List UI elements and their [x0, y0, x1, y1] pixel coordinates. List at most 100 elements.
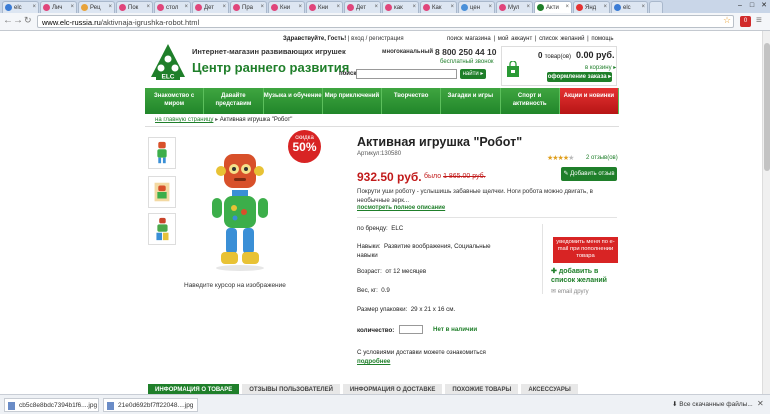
browser-tab[interactable]: Кни × — [268, 1, 305, 13]
url-field[interactable]: www.elc-russia.ru/aktivnaja-igrushka-rob… — [37, 15, 734, 28]
menu-item[interactable]: Давайте представим — [204, 88, 264, 114]
all-downloads-link[interactable]: ⬇ Все скачанные файлы... — [672, 400, 753, 408]
menu-item[interactable]: Творчество — [382, 88, 442, 114]
close-window-icon[interactable]: ✕ — [758, 1, 770, 9]
browser-tab[interactable]: стол × — [154, 1, 191, 13]
quantity-input[interactable] — [399, 325, 423, 334]
browser-tab[interactable]: Как × — [420, 1, 457, 13]
tab-close-icon[interactable]: × — [603, 4, 607, 10]
tab-close-icon[interactable]: × — [146, 4, 150, 10]
tab-close-icon[interactable]: × — [32, 4, 36, 10]
tab-close-icon[interactable]: × — [641, 4, 645, 10]
search-button[interactable]: найти ▸ — [460, 69, 486, 79]
notify-button[interactable]: уведомить меня по e-mail при пополнении … — [553, 237, 618, 263]
browser-tab[interactable]: как × — [382, 1, 419, 13]
login-link[interactable]: вход / регистрация — [351, 36, 404, 42]
add-to-wishlist-link[interactable]: ✚ добавить в список желаний — [551, 267, 617, 285]
tagline: Интернет-магазин развивающих игрушек — [192, 47, 346, 56]
top-link[interactable]: поиск магазина — [447, 36, 491, 42]
browser-tab[interactable]: elc × — [2, 1, 39, 13]
browser-tab[interactable]: Акти × — [534, 1, 572, 13]
tab-close-icon[interactable]: × — [450, 4, 454, 10]
browser-tab[interactable]: Пок × — [116, 1, 153, 13]
product-thumbnail[interactable] — [148, 137, 176, 169]
tab-close-icon[interactable]: × — [412, 4, 416, 10]
tab-close-icon[interactable]: × — [222, 4, 226, 10]
article-number: Артикул:130580 — [357, 151, 402, 157]
reload-icon[interactable]: ↻ — [24, 15, 32, 26]
top-link[interactable]: помощь — [591, 36, 613, 42]
top-link[interactable]: мой аккаунт — [498, 36, 533, 42]
product-image[interactable] — [208, 152, 272, 272]
menu-item[interactable]: Спорт и активность — [500, 88, 560, 114]
menu-item[interactable]: Акции и новинки — [559, 88, 619, 114]
tab-favicon-icon — [271, 4, 278, 11]
browser-tab[interactable]: Пра × — [230, 1, 267, 13]
search-input[interactable] — [356, 69, 457, 79]
menu-icon[interactable]: ≡ — [756, 15, 762, 26]
spec-package-size: Размер упаковки: 29 x 21 x 16 см. — [357, 306, 456, 313]
download-item[interactable]: cb5c8e8bdc7394b1f6....jpg — [4, 398, 99, 412]
tab-close-icon[interactable]: × — [374, 4, 378, 10]
new-tab-button[interactable] — [649, 1, 663, 13]
browser-tab[interactable]: Мул × — [496, 1, 533, 13]
add-review-button[interactable]: ✎ Добавить отзыв — [561, 167, 617, 181]
close-download-bar-icon[interactable]: ✕ — [757, 399, 764, 408]
tab-label: стол — [166, 5, 179, 12]
tab-close-icon[interactable]: × — [70, 4, 74, 10]
breadcrumb-home[interactable]: на главную страницу — [155, 117, 213, 123]
browser-tab[interactable]: Кни × — [306, 1, 343, 13]
back-icon[interactable]: ← — [3, 15, 13, 26]
tab-favicon-icon — [81, 4, 88, 11]
full-description-link[interactable]: посмотреть полное описание — [357, 205, 445, 211]
top-link[interactable]: список желаний — [539, 36, 584, 42]
delivery-link[interactable]: подробнее — [357, 358, 390, 365]
tab-close-icon[interactable]: × — [488, 4, 492, 10]
tab-close-icon[interactable]: × — [565, 4, 569, 10]
product-thumbnail[interactable] — [148, 176, 176, 208]
tab-label: Рец — [90, 5, 101, 12]
tab-close-icon[interactable]: × — [336, 4, 340, 10]
discount-badge: скидка 50% — [288, 130, 321, 163]
checkout-button[interactable]: оформление заказа ▸ — [547, 72, 612, 82]
download-item[interactable]: 21e0d692bf7ff22048....jpg — [103, 398, 198, 412]
reviews-link[interactable]: 2 отзыв(ов) — [586, 155, 618, 161]
cart-total: 0.00 руб. — [576, 50, 615, 60]
plus-icon: ✚ — [551, 268, 559, 275]
tab-close-icon[interactable]: × — [108, 4, 112, 10]
browser-tab[interactable]: Янд × — [573, 1, 610, 13]
tab-close-icon[interactable]: × — [260, 4, 264, 10]
phone-label: многоканальный — [382, 49, 434, 55]
extension-icon[interactable]: 0 — [740, 16, 751, 27]
spec-weight: Вес, кг: 0.9 — [357, 287, 390, 294]
tab-close-icon[interactable]: × — [526, 4, 530, 10]
browser-tab[interactable]: Дет × — [344, 1, 381, 13]
tab-favicon-icon — [43, 4, 50, 11]
browser-tab[interactable]: Рец × — [78, 1, 115, 13]
tab-favicon-icon — [499, 4, 506, 11]
shopping-bag-icon[interactable] — [506, 61, 520, 77]
tab-label: Лич — [52, 5, 63, 12]
email-friend-link[interactable]: ✉ email другу — [551, 288, 589, 295]
browser-tab[interactable]: Дет × — [192, 1, 229, 13]
logo-text: ELC — [162, 74, 175, 81]
maximize-icon[interactable]: □ — [746, 2, 758, 9]
minimize-icon[interactable]: – — [734, 2, 746, 9]
browser-tab[interactable]: цен × — [458, 1, 495, 13]
product-thumbnail[interactable] — [148, 213, 176, 245]
browser-tab[interactable]: Лич × — [40, 1, 77, 13]
menu-item[interactable]: Музыка и обучение — [263, 88, 323, 114]
scrollbar-thumb[interactable] — [764, 43, 770, 171]
menu-item[interactable]: Знакомство с миром — [145, 88, 205, 114]
cart-link[interactable]: в корзину ▸ — [585, 64, 616, 71]
forward-icon[interactable]: → — [13, 15, 23, 26]
tab-close-icon[interactable]: × — [298, 4, 302, 10]
menu-item[interactable]: Загадки и игры — [441, 88, 501, 114]
brand-title[interactable]: Центр раннего развития — [192, 60, 349, 75]
menu-item[interactable]: Мир приключений — [322, 88, 382, 114]
bookmark-star-icon[interactable]: ☆ — [723, 15, 731, 26]
tab-close-icon[interactable]: × — [184, 4, 188, 10]
vertical-scrollbar[interactable] — [762, 31, 770, 394]
browser-tab[interactable]: elc × — [611, 1, 648, 13]
elc-logo[interactable]: ELC — [150, 43, 186, 81]
